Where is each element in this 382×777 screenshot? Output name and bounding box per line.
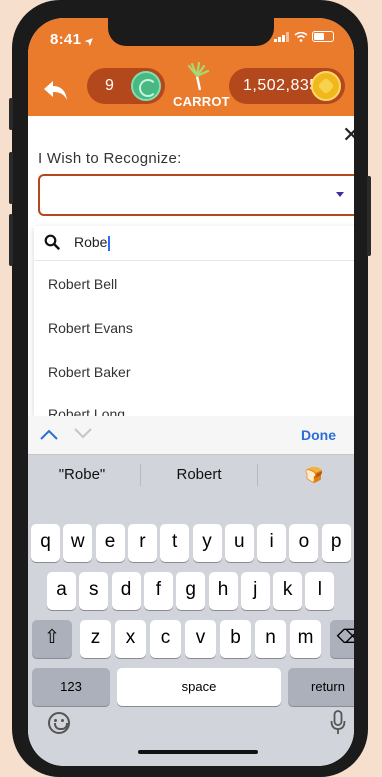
volume-down-button [9,214,13,266]
key-v[interactable]: v [185,620,216,658]
return-key[interactable]: return [288,668,354,706]
shift-key[interactable]: ⇧ [32,620,72,658]
mute-switch [9,98,13,130]
key-n[interactable]: n [255,620,286,658]
battery-icon [312,31,334,42]
key-p[interactable]: p [321,524,351,562]
key-l[interactable]: l [305,572,335,610]
brand-name: CARROT [173,94,230,109]
carrot-logo: CARROT [173,58,230,109]
option-robert-bell[interactable]: Robert Bell [48,276,117,292]
option-robert-long[interactable]: Robert Long [48,406,125,416]
key-y[interactable]: y [192,524,222,562]
signal-icon [274,31,289,42]
key-t[interactable]: t [160,524,190,562]
text-caret [108,235,110,251]
key-j[interactable]: j [240,572,270,610]
recipient-dropdown: Robe Robert Bell Robert Evans Robert Bak… [34,226,354,416]
location-arrow-icon: ➤ [83,34,98,49]
wifi-icon [294,31,308,42]
gold-coin-icon [311,71,341,101]
suggestion-divider [257,464,258,486]
option-robert-evans[interactable]: Robert Evans [48,320,133,336]
key-w[interactable]: w [63,524,93,562]
key-h[interactable]: h [208,572,238,610]
emoji-keyboard-icon[interactable] [48,712,70,734]
app-screen: 8:41 ➤ 9 CARROT 1,502,835 ✕ I Wish to Re… [28,18,354,766]
points-balance[interactable]: 1,502,835 [229,68,345,104]
key-e[interactable]: e [95,524,125,562]
key-f[interactable]: f [143,572,173,610]
key-o[interactable]: o [289,524,319,562]
space-key[interactable]: space [117,668,281,706]
key-q[interactable]: q [31,524,60,562]
status-icons [274,31,334,42]
chevron-down-icon [336,192,344,197]
key-i[interactable]: i [257,524,287,562]
search-input[interactable]: Robe [74,234,110,251]
key-r[interactable]: r [127,524,157,562]
dropdown-search[interactable]: Robe [34,226,354,261]
suggestion-divider [140,464,141,486]
done-button[interactable]: Done [301,427,336,443]
next-field-icon[interactable] [74,428,92,440]
recipient-select[interactable] [38,174,354,216]
microphone-icon[interactable] [330,710,346,736]
key-u[interactable]: u [224,524,254,562]
key-k[interactable]: k [273,572,303,610]
points-value: 1,502,835 [243,77,319,94]
key-c[interactable]: c [150,620,181,658]
key-x[interactable]: x [115,620,146,658]
power-button [367,176,371,256]
recognitions-count: 9 [105,77,114,94]
close-icon[interactable]: ✕ [342,122,354,148]
option-robert-baker[interactable]: Robert Baker [48,364,130,380]
recognize-label: I Wish to Recognize: [38,150,182,167]
status-time: 8:41 ➤ [50,31,98,49]
suggestion-emoji[interactable]: 🍞 [264,466,354,484]
previous-field-icon[interactable] [40,428,58,440]
numbers-key[interactable]: 123 [32,668,110,706]
recognitions-counter[interactable]: 9 [87,68,165,104]
suggestion-typed[interactable]: "Robe" [32,466,132,483]
key-m[interactable]: m [290,620,321,658]
key-z[interactable]: z [80,620,111,658]
keyboard-toolbar: Done [28,416,354,455]
volume-up-button [9,152,13,204]
green-coin-icon [131,71,161,101]
delete-key[interactable]: ⌫ [330,620,354,658]
key-b[interactable]: b [220,620,251,658]
home-indicator[interactable] [138,750,258,754]
back-arrow-icon[interactable] [42,76,70,104]
notch [108,18,274,46]
key-s[interactable]: s [79,572,109,610]
key-g[interactable]: g [176,572,206,610]
suggestion-word[interactable]: Robert [149,466,249,483]
key-a[interactable]: a [47,572,76,610]
search-input-value: Robe [74,234,108,250]
keyboard: Done "Robe" Robert 🍞 qwertyuiop asdfghjk… [28,416,354,766]
search-icon [44,234,60,250]
key-d[interactable]: d [111,572,141,610]
carrot-icon [187,61,210,91]
